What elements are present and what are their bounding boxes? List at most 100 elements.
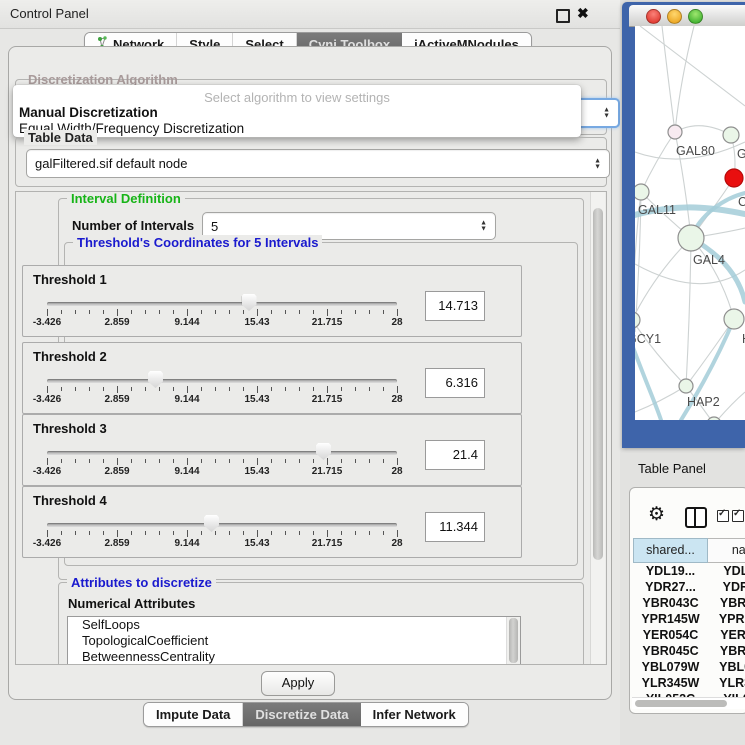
tick-label: 2.859	[104, 394, 129, 405]
table-row[interactable]: YER054CYER054C	[633, 627, 745, 643]
threshold-value-field[interactable]: 14.713	[425, 291, 485, 321]
network-node[interactable]	[635, 312, 640, 328]
tick-mark	[229, 459, 230, 463]
tick-mark	[61, 531, 62, 535]
checkbox-icon[interactable]	[732, 510, 744, 522]
tick-label: -3.426	[33, 466, 61, 477]
slider-track[interactable]	[47, 379, 397, 383]
columns-icon[interactable]	[685, 507, 707, 528]
tick-mark	[285, 387, 286, 391]
algorithm-option-1[interactable]: Manual Discretization	[19, 105, 158, 120]
tick-mark	[397, 309, 398, 316]
spinner-arrows-icon: ▲▼	[603, 108, 610, 119]
network-node[interactable]	[723, 127, 739, 143]
table-data-value: galFiltered.sif default node	[35, 156, 187, 171]
network-edge	[686, 238, 691, 386]
tab-discretize-data[interactable]: Discretize Data	[242, 703, 360, 726]
tick-mark	[327, 530, 328, 537]
network-node[interactable]	[724, 309, 744, 329]
tick-mark	[397, 458, 398, 465]
checkbox-icon[interactable]	[717, 510, 729, 522]
list-scrollbar[interactable]	[506, 617, 520, 665]
tick-label: 28	[391, 538, 402, 549]
tick-label: 2.859	[104, 317, 129, 328]
tick-mark	[145, 531, 146, 535]
table-row[interactable]: YLR345WYLR345W	[633, 675, 745, 691]
tick-mark	[89, 531, 90, 535]
slider-handle[interactable]	[148, 371, 163, 388]
network-node[interactable]	[678, 225, 704, 251]
table-cell: YBR045C	[708, 643, 745, 659]
float-window-icon[interactable]	[556, 9, 570, 23]
attribute-item[interactable]: BetweennessCentrality	[68, 649, 520, 665]
network-canvas[interactable]: GAL80GCGAL11GAL4GCY1HHAP2	[635, 26, 745, 420]
tick-mark	[369, 459, 370, 463]
tick-mark	[145, 387, 146, 391]
apply-button[interactable]: Apply	[261, 671, 335, 696]
node-label: GAL80	[676, 144, 715, 158]
network-window-titlebar[interactable]	[629, 5, 745, 27]
tick-mark	[131, 310, 132, 314]
cyni-toolbox-panel: Discretization Algorithm ▲▼ Select algor…	[8, 46, 612, 700]
slider-track[interactable]	[47, 302, 397, 306]
network-view-window[interactable]: GAL80GCGAL11GAL4GCY1HHAP2	[622, 2, 745, 448]
slider-handle[interactable]	[242, 294, 257, 311]
minimize-traffic-light-icon[interactable]	[667, 9, 682, 24]
table-row[interactable]: YBR045CYBR045C	[633, 643, 745, 659]
network-node[interactable]	[725, 169, 743, 187]
attribute-item[interactable]: TopologicalCoefficient	[68, 633, 520, 649]
tick-mark	[117, 309, 118, 316]
table-row[interactable]: YPR145WYPR145W	[633, 611, 745, 627]
table-row[interactable]: YBR043CYBR043C	[633, 595, 745, 611]
tick-mark	[187, 458, 188, 465]
table-cell: YPR145W	[633, 611, 708, 627]
tick-mark	[75, 310, 76, 314]
table-row[interactable]: YDL19...YDL19...	[633, 563, 745, 579]
gear-icon[interactable]: ⚙	[648, 505, 665, 524]
table-cell: YBL079W	[633, 659, 708, 675]
network-node[interactable]	[679, 379, 693, 393]
close-traffic-light-icon[interactable]	[646, 9, 661, 24]
slider-handle[interactable]	[316, 443, 331, 460]
node-label: GAL4	[693, 253, 725, 267]
table-row[interactable]: YBL079WYBL079W	[633, 659, 745, 675]
threshold-value-field[interactable]: 6.316	[425, 368, 485, 398]
column-header-shared-name[interactable]: shared...	[633, 538, 708, 563]
tick-label: -3.426	[33, 538, 61, 549]
threshold-value-field[interactable]: 11.344	[425, 512, 485, 542]
settings-scrollbar[interactable]	[590, 192, 605, 664]
tick-mark	[285, 531, 286, 535]
tab-impute-data[interactable]: Impute Data	[144, 703, 242, 726]
slider-track[interactable]	[47, 523, 397, 527]
tab-infer-network[interactable]: Infer Network	[361, 703, 468, 726]
column-header-name[interactable]: name	[708, 538, 745, 563]
network-node[interactable]	[635, 184, 649, 200]
close-icon[interactable]: ✖	[577, 5, 589, 22]
control-panel: Control Panel ✖ NetworkStyleSelectCyni T…	[0, 0, 620, 745]
slider-track[interactable]	[47, 451, 397, 455]
tick-mark	[257, 530, 258, 537]
number-of-intervals-value: 5	[211, 219, 218, 234]
network-graph: GAL80GCGAL11GAL4GCY1HHAP2	[635, 26, 745, 420]
tick-label: 28	[391, 394, 402, 405]
tick-label: 9.144	[174, 538, 199, 549]
table-row[interactable]: YDR27...YDR27...	[633, 579, 745, 595]
threshold-value-field[interactable]: 21.4	[425, 440, 485, 470]
table-cell: YPR145W	[708, 611, 745, 627]
network-node[interactable]	[668, 125, 682, 139]
tick-label: 9.144	[174, 466, 199, 477]
settings-scroll-area: Interval Definition Number of Intervals …	[15, 191, 607, 665]
slider-handle[interactable]	[204, 515, 219, 532]
tick-mark	[145, 459, 146, 463]
zoom-traffic-light-icon[interactable]	[688, 9, 703, 24]
tick-mark	[341, 459, 342, 463]
tick-mark	[103, 531, 104, 535]
tick-mark	[397, 386, 398, 393]
tick-mark	[131, 531, 132, 535]
table-horizontal-scrollbar[interactable]	[632, 697, 745, 709]
table-data-select[interactable]: galFiltered.sif default node ▲▼	[26, 149, 610, 178]
tick-mark	[215, 387, 216, 391]
attribute-item[interactable]: SelfLoops	[68, 617, 520, 633]
tick-mark	[75, 459, 76, 463]
numerical-attributes-list[interactable]: SelfLoopsTopologicalCoefficientBetweenne…	[67, 616, 521, 665]
